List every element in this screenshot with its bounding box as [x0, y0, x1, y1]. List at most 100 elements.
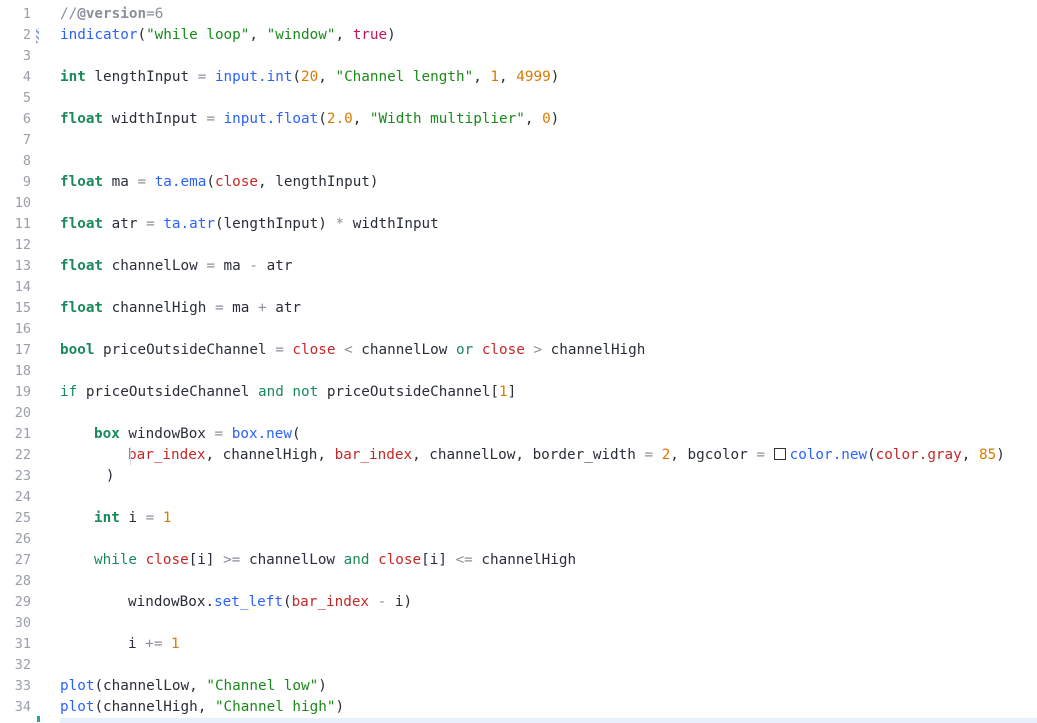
- code-token: box: [94, 426, 120, 442]
- code-token: 85: [978, 447, 997, 463]
- code-token: priceOutsideChannel[: [318, 384, 500, 400]
- line-number: 26: [14, 531, 31, 547]
- code-line[interactable]: 8: [0, 151, 1037, 172]
- code-token: [i]: [421, 552, 456, 568]
- code-line[interactable]: 23): [0, 466, 1037, 487]
- line-number: 22: [14, 447, 31, 463]
- code-line[interactable]: 16: [0, 319, 1037, 340]
- code-token: 0: [542, 111, 551, 127]
- code-token: 1: [490, 69, 500, 85]
- code-token: close: [145, 552, 189, 568]
- code-line[interactable]: 26: [0, 529, 1037, 550]
- code-line[interactable]: 10: [0, 193, 1037, 214]
- code-token: =6: [146, 6, 164, 22]
- code-line[interactable]: 11 float atr = ta.atr(lengthInput) * widt…: [0, 214, 1037, 235]
- code-line[interactable]: 1 //@version=6: [0, 4, 1037, 25]
- code-line[interactable]: 22 bar_index, channelHigh, bar_index, cha…: [0, 445, 1037, 466]
- code-line[interactable]: 17 bool priceOutsideChannel = close < cha…: [0, 340, 1037, 361]
- code-line[interactable]: 28: [0, 571, 1037, 592]
- line-number: 13: [14, 258, 31, 274]
- code-line[interactable]: 31 i += 1: [0, 634, 1037, 655]
- code-token: =: [756, 447, 765, 463]
- code-token: ,: [352, 111, 370, 127]
- code-line[interactable]: 19 if priceOutsideChannel and not priceOu…: [0, 382, 1037, 403]
- code-token: bar_index: [334, 447, 413, 463]
- code-token: <=: [455, 552, 473, 568]
- code-line[interactable]: 4 int lengthInput = input.int(20, "Channe…: [0, 67, 1037, 88]
- code-text: float channelLow = ma - atr: [60, 256, 292, 277]
- code-token: -: [249, 258, 258, 274]
- code-text: ): [106, 466, 115, 487]
- code-token: indicator: [60, 27, 138, 43]
- code-token: , channelHigh,: [205, 447, 335, 463]
- code-token: +=: [145, 636, 163, 652]
- code-token: float: [60, 111, 104, 127]
- code-token: if: [60, 384, 78, 400]
- code-line[interactable]: 18: [0, 361, 1037, 382]
- code-line[interactable]: 13 float channelLow = ma - atr: [0, 256, 1037, 277]
- code-token: (: [318, 111, 327, 127]
- code-line[interactable]: 33 plot(channelLow, "Channel low"): [0, 676, 1037, 697]
- code-token: ): [550, 69, 560, 85]
- code-token: =: [275, 342, 284, 358]
- code-line[interactable]: 14: [0, 277, 1037, 298]
- code-token: "window": [266, 27, 336, 43]
- code-token: not: [292, 384, 319, 400]
- code-token: (lengthInput): [214, 216, 336, 232]
- code-line[interactable]: 20: [0, 403, 1037, 424]
- code-token: =: [214, 300, 224, 316]
- code-line[interactable]: 6 float widthInput = input.float(2.0, "Wi…: [0, 109, 1037, 130]
- code-token: widthInput: [103, 111, 207, 127]
- code-line[interactable]: 29 windowBox.set_left(bar_index - i): [0, 592, 1037, 613]
- code-editor[interactable]: 1//@version=6 2 indicator("while loop", "w…: [0, 0, 1037, 723]
- code-text: while close[i] >= channelLow and close[i…: [94, 550, 576, 571]
- code-token: =: [145, 510, 155, 526]
- code-token: ,: [961, 447, 979, 463]
- current-line-highlight: [60, 718, 1037, 723]
- code-line[interactable]: 21 box windowBox = box.new(: [0, 424, 1037, 445]
- code-token: ,: [318, 69, 336, 85]
- code-line[interactable]: 9 float ma = ta.ema(close, lengthInput): [0, 172, 1037, 193]
- code-text: float widthInput = input.float(2.0, "Wid…: [60, 109, 559, 130]
- code-line[interactable]: 3: [0, 46, 1037, 67]
- line-number: 2: [22, 27, 31, 43]
- code-token: "Width multiplier": [369, 111, 525, 127]
- code-line[interactable]: 32: [0, 655, 1037, 676]
- code-token: ma: [214, 258, 250, 274]
- code-token: windowBox.: [128, 594, 215, 610]
- color-swatch-icon[interactable]: [773, 448, 786, 460]
- code-token: float: [60, 300, 104, 316]
- code-token: bar_index: [128, 447, 206, 463]
- code-token: 1: [499, 384, 508, 400]
- code-line[interactable]: 7: [0, 130, 1037, 151]
- code-token: (: [867, 447, 876, 463]
- code-line[interactable]: 34 plot(channelHigh, "Channel high"): [0, 697, 1037, 718]
- code-line[interactable]: 2 indicator("while loop", "window", true): [0, 25, 1037, 46]
- code-line[interactable]: 27 while close[i] >= channelLow and close…: [0, 550, 1037, 571]
- line-number: 28: [14, 573, 31, 589]
- code-token: bool: [60, 342, 95, 358]
- line-number: 6: [22, 111, 31, 127]
- code-text: plot(channelHigh, "Channel high"): [60, 697, 344, 718]
- code-line[interactable]: 30: [0, 613, 1037, 634]
- cursor-marker: [37, 716, 40, 722]
- code-line[interactable]: 12: [0, 235, 1037, 256]
- code-text: windowBox.set_left(bar_index - i): [128, 592, 412, 613]
- code-token: (channelLow,: [94, 678, 207, 694]
- code-token: priceOutsideChannel: [94, 342, 276, 358]
- line-number: 18: [14, 363, 31, 379]
- code-token: *: [335, 216, 345, 232]
- code-token: atr: [258, 258, 293, 274]
- code-line[interactable]: 24: [0, 487, 1037, 508]
- code-line[interactable]: 25 int i = 1: [0, 508, 1037, 529]
- code-line[interactable]: 15 float channelHigh = ma + atr: [0, 298, 1037, 319]
- code-token: , bgcolor: [670, 447, 757, 463]
- code-token: 4999: [516, 69, 551, 85]
- code-line[interactable]: 5: [0, 88, 1037, 109]
- code-token: atr: [103, 216, 147, 232]
